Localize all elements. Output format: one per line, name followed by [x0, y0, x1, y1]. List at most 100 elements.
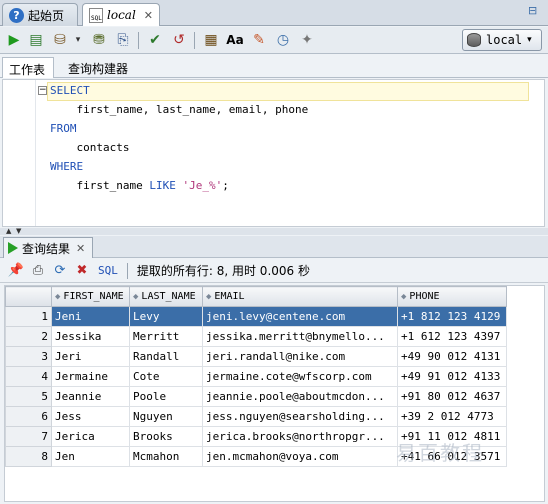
cell-first-name[interactable]: Jeannie — [51, 386, 130, 407]
cell-phone[interactable]: +1 612 123 4397 — [397, 326, 507, 347]
run-script-icon[interactable]: ▤ — [27, 31, 45, 49]
tab-label: 查询结果 — [22, 241, 71, 256]
tab-query-builder[interactable]: 查询构建器 — [62, 57, 134, 78]
tab-start-page[interactable]: ? 起始页 — [2, 3, 78, 26]
cell-last-name[interactable]: Mcmahon — [129, 446, 203, 467]
cell-email[interactable]: jeri.randall@nike.com — [202, 346, 398, 367]
cell-last-name[interactable]: Randall — [129, 346, 203, 367]
cell-last-name[interactable]: Cote — [129, 366, 203, 387]
close-tab-icon[interactable]: ✕ — [144, 9, 153, 22]
sql-editor[interactable]: − SELECT first_name, last_name, email, p… — [2, 79, 545, 227]
tab-local-worksheet[interactable]: local ✕ — [82, 3, 160, 26]
panel-splitter[interactable]: ▲ ▼ — [0, 228, 548, 235]
cell-first-name[interactable]: Jerica — [51, 426, 130, 447]
row-number: 3 — [5, 346, 52, 367]
rollback-icon[interactable]: ↺ — [170, 31, 188, 49]
cell-phone[interactable]: +49 91 012 4133 — [397, 366, 507, 387]
history-icon[interactable]: ◷ — [274, 31, 292, 49]
code-text: first_name — [50, 179, 150, 192]
code-keyword-where: WHERE — [50, 160, 84, 173]
cell-phone[interactable]: +39 2 012 4773 — [397, 406, 507, 427]
chevron-down-icon[interactable]: ▾ — [69, 31, 87, 49]
cell-email[interactable]: jessika.merritt@bnymello... — [202, 326, 398, 347]
column-header-first-name[interactable]: ◆ FIRST_NAME — [51, 286, 130, 307]
help-icon: ? — [9, 7, 24, 23]
database-icon — [467, 33, 481, 47]
window-menu-icon[interactable]: ⊟ — [528, 4, 542, 18]
explain-plan-icon[interactable]: ⛃ — [90, 31, 108, 49]
cell-email[interactable]: jeannie.poole@aboutmcdon... — [202, 386, 398, 407]
cell-last-name[interactable]: Levy — [129, 306, 203, 327]
table-row[interactable]: 1 Jeni Levy jeni.levy@centene.com +1 812… — [5, 306, 507, 327]
cell-email[interactable]: jermaine.cote@wfscorp.com — [202, 366, 398, 387]
tab-label: 起始页 — [28, 8, 65, 23]
close-tab-icon[interactable]: ✕ — [76, 242, 85, 255]
print-icon[interactable]: ⎙ — [30, 263, 46, 279]
cell-last-name[interactable]: Poole — [129, 386, 203, 407]
cell-email[interactable]: jen.mcmahon@voya.com — [202, 446, 398, 467]
clear-icon[interactable]: ✎ — [250, 31, 268, 49]
refresh-icon[interactable]: ⟳ — [52, 263, 68, 279]
cell-first-name[interactable]: Jeni — [51, 306, 130, 327]
cell-email[interactable]: jerica.brooks@northropgr... — [202, 426, 398, 447]
column-header-label: EMAIL — [214, 291, 245, 302]
cell-last-name[interactable]: Merritt — [129, 326, 203, 347]
cell-email[interactable]: jess.nguyen@searsholding... — [202, 406, 398, 427]
cell-first-name[interactable]: Jen — [51, 446, 130, 467]
cell-phone[interactable]: +91 80 012 4637 — [397, 386, 507, 407]
row-number: 7 — [5, 426, 52, 447]
sort-icon: ◆ — [206, 292, 212, 302]
tools-icon[interactable]: ✦ — [298, 31, 316, 49]
sort-icon: ◆ — [401, 292, 407, 302]
autotrace-icon[interactable]: ⎘ — [114, 31, 132, 49]
code-line-condition: first_name LIKE 'Je_%'; — [50, 179, 229, 192]
separator — [126, 262, 128, 279]
cell-email[interactable]: jeni.levy@centene.com — [202, 306, 398, 327]
cell-phone[interactable]: +49 90 012 4131 — [397, 346, 507, 367]
cancel-query-icon[interactable]: ✖ — [74, 263, 90, 279]
column-header-email[interactable]: ◆ EMAIL — [202, 286, 398, 307]
fold-toggle-icon[interactable]: − — [38, 86, 47, 95]
tab-worksheet[interactable]: 工作表 — [2, 57, 54, 78]
table-row[interactable]: 3 Jeri Randall jeri.randall@nike.com +49… — [5, 346, 507, 367]
cell-first-name[interactable]: Jermaine — [51, 366, 130, 387]
header-row: ◆ FIRST_NAME ◆ LAST_NAME ◆ EMAIL ◆ PHONE — [5, 286, 507, 307]
column-header-label: PHONE — [409, 291, 440, 302]
sql-tuning-icon[interactable]: ▦ — [202, 31, 220, 49]
sql-button[interactable]: SQL — [98, 264, 118, 277]
tab-query-result[interactable]: 查询结果 ✕ — [3, 237, 93, 258]
results-toolbar: 📌 ⎙ ⟳ ✖ SQL 提取的所有行: 8, 用时 0.006 秒 — [0, 259, 548, 283]
table-row[interactable]: 2 Jessika Merritt jessika.merritt@bnymel… — [5, 326, 507, 347]
collapse-down-icon[interactable]: ▼ — [16, 228, 21, 235]
code-string-literal: 'Je_%' — [182, 179, 223, 192]
case-toggle-icon[interactable]: Aa — [226, 31, 244, 49]
row-number-header — [5, 286, 52, 307]
run-result-icon — [8, 242, 18, 254]
row-number: 8 — [5, 446, 52, 467]
results-grid[interactable]: ◆ FIRST_NAME ◆ LAST_NAME ◆ EMAIL ◆ PHONE 1 J… — [4, 285, 545, 502]
run-statement-icon[interactable]: ▶ — [5, 31, 23, 49]
cell-last-name[interactable]: Brooks — [129, 426, 203, 447]
code-text: ; — [222, 179, 229, 192]
column-header-phone[interactable]: ◆ PHONE — [397, 286, 507, 307]
table-row[interactable]: 6 Jess Nguyen jess.nguyen@searsholding..… — [5, 406, 507, 427]
code-line-columns: first_name, last_name, email, phone — [50, 103, 309, 116]
table-row[interactable]: 4 Jermaine Cote jermaine.cote@wfscorp.co… — [5, 366, 507, 387]
cell-phone[interactable]: +1 812 123 4129 — [397, 306, 507, 327]
code-line-table: contacts — [50, 141, 130, 154]
commit-transaction-icon[interactable]: ✔ — [146, 31, 164, 49]
connection-select[interactable]: local ▾ — [462, 29, 542, 51]
sql-worksheet-icon — [89, 7, 103, 23]
column-header-last-name[interactable]: ◆ LAST_NAME — [129, 286, 203, 307]
pin-icon[interactable]: 📌 — [8, 263, 24, 279]
cell-first-name[interactable]: Jessika — [51, 326, 130, 347]
cell-first-name[interactable]: Jess — [51, 406, 130, 427]
column-header-label: LAST_NAME — [141, 291, 196, 302]
table-row[interactable]: 5 Jeannie Poole jeannie.poole@aboutmcdon… — [5, 386, 507, 407]
cell-last-name[interactable]: Nguyen — [129, 406, 203, 427]
line-gutter — [3, 80, 36, 226]
collapse-up-icon[interactable]: ▲ — [6, 228, 11, 235]
commit-icon[interactable]: ⛁ — [51, 31, 69, 49]
cell-first-name[interactable]: Jeri — [51, 346, 130, 367]
code-keyword-select: SELECT — [50, 84, 90, 97]
